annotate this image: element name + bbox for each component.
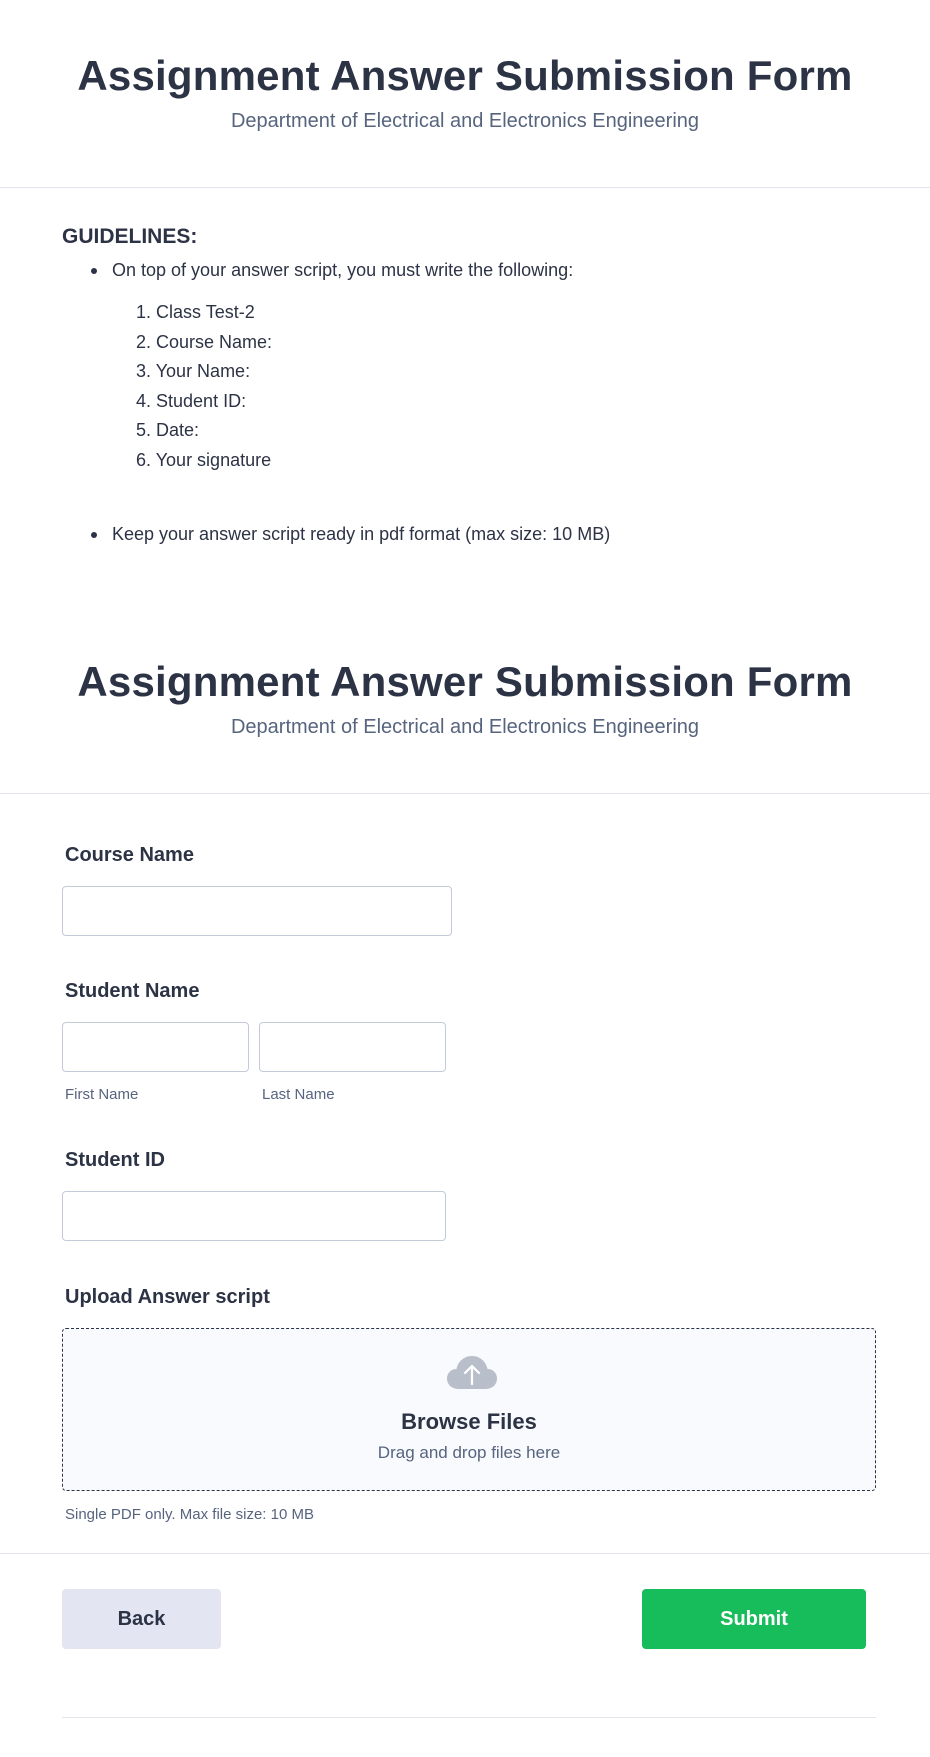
list-item: 4. Student ID: (136, 390, 247, 411)
guideline-bullet: Keep your answer script ready in pdf for… (62, 522, 862, 546)
browse-files-label[interactable]: Browse Files (63, 1409, 875, 1435)
first-name-sublabel: First Name (65, 1086, 139, 1103)
divider (0, 1553, 930, 1554)
list-item: 6. Your signature (136, 449, 272, 470)
page-title: Assignment Answer Submission Form (77, 52, 853, 99)
last-name-sublabel: Last Name (262, 1086, 335, 1103)
divider (62, 1717, 876, 1718)
upload-label: Upload Answer script (65, 1286, 270, 1308)
form-header: Assignment Answer Submission Form Depart… (0, 48, 930, 134)
file-upload-dropzone[interactable]: Browse Files Drag and drop files here (62, 1328, 876, 1491)
form-header: Assignment Answer Submission Form Depart… (0, 654, 930, 740)
student-name-label: Student Name (65, 980, 200, 1002)
form-title: Assignment Answer Submission Form (77, 658, 853, 705)
upload-note: Single PDF only. Max file size: 10 MB (65, 1506, 314, 1523)
cloud-upload-icon (447, 1356, 497, 1389)
page-subtitle: Department of Electrical and Electronics… (230, 110, 700, 132)
divider (0, 793, 930, 794)
submit-button[interactable]: Submit (642, 1589, 866, 1649)
list-item: 3. Your Name: (136, 361, 251, 382)
student-id-input[interactable] (62, 1191, 446, 1241)
list-item: 2. Course Name: (136, 331, 273, 352)
student-id-label: Student ID (65, 1149, 165, 1171)
back-button[interactable]: Back (62, 1589, 221, 1649)
drag-drop-hint: Drag and drop files here (377, 1443, 561, 1462)
form-subtitle: Department of Electrical and Electronics… (230, 716, 700, 738)
divider (0, 187, 930, 188)
first-name-input[interactable] (62, 1022, 249, 1072)
course-name-label: Course Name (65, 844, 194, 866)
list-item: 1. Class Test-2 (136, 302, 255, 322)
guidelines-section: GUIDELINES: On top of your answer script… (62, 224, 862, 546)
guideline-numbered-list: 1. Class Test-2 2. Course Name: 3. Your … (62, 298, 862, 476)
guidelines-title: GUIDELINES: (62, 225, 198, 248)
last-name-input[interactable] (259, 1022, 446, 1072)
guideline-bullet: On top of your answer script, you must w… (62, 258, 862, 282)
list-item: 5. Date: (136, 420, 200, 441)
course-name-input[interactable] (62, 886, 452, 936)
